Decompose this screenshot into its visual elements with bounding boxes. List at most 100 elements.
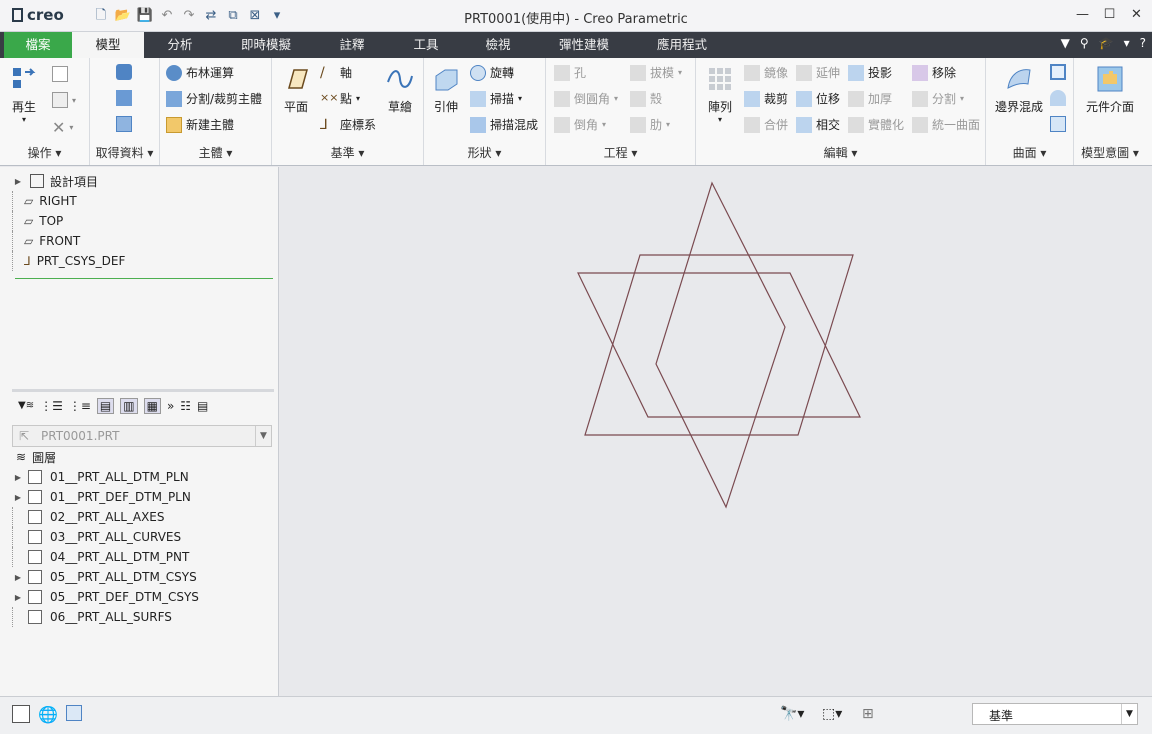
project-button[interactable]: 投影 bbox=[848, 64, 892, 81]
copy-icon[interactable] bbox=[52, 66, 68, 82]
shell-button[interactable]: 殼 bbox=[630, 90, 662, 107]
trim-button[interactable]: 裁剪 bbox=[744, 90, 788, 107]
rib-button[interactable]: 肋 ▾ bbox=[630, 116, 670, 133]
pattern-button[interactable]: 陣列 ▾ bbox=[702, 64, 738, 124]
settings-icon[interactable]: ⋮≡ bbox=[69, 399, 91, 413]
boolean-operations-button[interactable]: 布林運算 bbox=[166, 64, 234, 81]
active-model-select[interactable]: ⇱ PRT0001.PRT ▼ bbox=[12, 425, 272, 447]
save-icon[interactable]: 💾 bbox=[136, 7, 154, 25]
axis-button[interactable]: / 軸 bbox=[320, 64, 352, 81]
close-button[interactable]: ✕ bbox=[1127, 5, 1146, 25]
mirror-button[interactable]: 鏡像 bbox=[744, 64, 788, 81]
freestyle-icon[interactable] bbox=[1050, 116, 1066, 132]
solidify-button[interactable]: 實體化 bbox=[848, 116, 904, 133]
delete-icon[interactable]: ✕ ▾ bbox=[52, 118, 73, 137]
close-window-icon[interactable]: ⊠ bbox=[246, 7, 264, 25]
show-navigator-icon[interactable] bbox=[12, 705, 30, 723]
extrude-button[interactable]: 引伸 bbox=[428, 64, 464, 115]
undo-icon[interactable]: ↶ bbox=[158, 7, 176, 25]
layer-filter-icon[interactable]: ▤ bbox=[96, 397, 115, 414]
insert-indicator[interactable] bbox=[15, 278, 273, 279]
selection-box-icon[interactable]: ⬚▾ bbox=[822, 706, 842, 722]
chevron-down-icon[interactable]: ▼ bbox=[255, 426, 271, 446]
expand-icon[interactable]: ▶ bbox=[12, 177, 24, 186]
tree-item[interactable]: ▱ RIGHT bbox=[12, 191, 274, 211]
remove-button[interactable]: 移除 bbox=[912, 64, 956, 81]
tab-flexible-modeling[interactable]: 彈性建模 bbox=[546, 32, 622, 58]
copy-geometry-icon[interactable] bbox=[116, 90, 132, 106]
coordinate-system-button[interactable]: ⅃ 座標系 bbox=[320, 116, 376, 133]
smart-select-icon[interactable]: ⊞ bbox=[862, 706, 874, 722]
tree-item[interactable]: ⅃ PRT_CSYS_DEF bbox=[12, 251, 274, 271]
expand-icon[interactable]: ▶ bbox=[12, 593, 24, 602]
boundary-blend-button[interactable]: 邊界混成 bbox=[992, 64, 1046, 115]
component-interface-button[interactable]: 元件介面 bbox=[1078, 64, 1142, 115]
tab-view[interactable]: 檢視 bbox=[468, 32, 528, 58]
tab-file[interactable]: 檔案 bbox=[4, 32, 72, 58]
customize-qat-icon[interactable]: ▾ bbox=[268, 7, 286, 25]
offset-button[interactable]: 位移 bbox=[796, 90, 840, 107]
open-icon[interactable]: 📂 bbox=[114, 7, 132, 25]
full-screen-icon[interactable] bbox=[66, 705, 82, 721]
layer-filter2-icon[interactable]: ▥ bbox=[120, 397, 138, 414]
tab-model[interactable]: 模型 bbox=[72, 32, 144, 58]
tab-live-simulation[interactable]: 即時模擬 bbox=[226, 32, 306, 58]
find-icon[interactable]: 🔭▾ bbox=[780, 706, 804, 722]
more-icon[interactable]: » bbox=[167, 399, 174, 413]
layer-item[interactable]: ▶ 01__PRT_ALL_DTM_PLN bbox=[12, 467, 274, 487]
layer-item[interactable]: ▶ 01__PRT_DEF_DTM_PLN bbox=[12, 487, 274, 507]
layer-item[interactable]: 06__PRT_ALL_SURFS bbox=[12, 607, 274, 627]
layers-menu-icon[interactable]: ▼≋ bbox=[18, 400, 34, 411]
regenerate-button[interactable]: 再生 ▾ bbox=[6, 64, 42, 124]
layer-item[interactable]: 02__PRT_ALL_AXES bbox=[12, 507, 274, 527]
layer-item[interactable]: ▶ 05__PRT_ALL_DTM_CSYS bbox=[12, 567, 274, 587]
redo-icon[interactable]: ↷ bbox=[180, 7, 198, 25]
expand-icon[interactable]: ▶ bbox=[12, 473, 24, 482]
new-icon[interactable]: 🗋 bbox=[92, 7, 110, 25]
maximize-button[interactable]: ☐ bbox=[1100, 5, 1119, 25]
minimize-button[interactable]: — bbox=[1073, 5, 1092, 25]
expand-icon[interactable]: ▶ bbox=[12, 573, 24, 582]
dropdown-icon[interactable]: ▾ bbox=[1124, 36, 1130, 50]
draft-button[interactable]: 拔模 ▾ bbox=[630, 64, 682, 81]
paste-icon[interactable]: ▾ bbox=[52, 92, 76, 108]
browser-icon[interactable]: 🌐 bbox=[38, 705, 58, 724]
search-icon[interactable]: ⚲ bbox=[1080, 36, 1089, 50]
sketch-button[interactable]: 草繪 bbox=[382, 64, 418, 115]
chamfer-button[interactable]: 倒角 ▾ bbox=[554, 116, 606, 133]
point-button[interactable]: ×× 點 ▾ bbox=[320, 90, 360, 107]
learning-icon[interactable]: 🎓 bbox=[1099, 36, 1114, 50]
expand-icon[interactable]: ▶ bbox=[12, 493, 24, 502]
fill-icon[interactable] bbox=[1050, 64, 1066, 80]
help-icon[interactable]: ? bbox=[1140, 36, 1146, 50]
intersect-button[interactable]: 相交 bbox=[796, 116, 840, 133]
graphics-window[interactable] bbox=[280, 167, 1152, 696]
tab-applications[interactable]: 應用程式 bbox=[644, 32, 720, 58]
tab-tools[interactable]: 工具 bbox=[396, 32, 456, 58]
style-icon[interactable] bbox=[1050, 90, 1066, 106]
tree-item[interactable]: ▱ TOP bbox=[12, 211, 274, 231]
tree-item[interactable]: ▱ FRONT bbox=[12, 231, 274, 251]
selection-filter[interactable]: 基準 ▼ bbox=[972, 703, 1138, 725]
show-icon[interactable]: ⋮☰ bbox=[40, 399, 63, 413]
window-icon[interactable]: ⧉ bbox=[224, 7, 242, 25]
extend-button[interactable]: 延伸 bbox=[796, 64, 840, 81]
thicken-button[interactable]: 加厚 bbox=[848, 90, 892, 107]
revolve-button[interactable]: 旋轉 bbox=[470, 64, 514, 81]
sweep-button[interactable]: 掃描 ▾ bbox=[470, 90, 522, 107]
regenerate-icon[interactable]: ⇄ bbox=[202, 7, 220, 25]
plane-button[interactable]: 平面 bbox=[278, 64, 314, 115]
tab-analysis[interactable]: 分析 bbox=[150, 32, 210, 58]
layer-info-icon[interactable]: ▤ bbox=[197, 399, 208, 413]
split-trim-body-button[interactable]: 分割/裁剪主體 bbox=[166, 90, 262, 107]
layer-item[interactable]: 04__PRT_ALL_DTM_PNT bbox=[12, 547, 274, 567]
shrinkwrap-icon[interactable] bbox=[116, 116, 132, 132]
split-button[interactable]: 分割 ▾ bbox=[912, 90, 964, 107]
layer-properties-icon[interactable]: ☷ bbox=[180, 399, 191, 413]
hole-button[interactable]: 孔 bbox=[554, 64, 586, 81]
layer-root[interactable]: ≋ 圖層 bbox=[12, 447, 274, 467]
layer-item[interactable]: ▶ 05__PRT_DEF_DTM_CSYS bbox=[12, 587, 274, 607]
new-body-button[interactable]: 新建主體 bbox=[166, 116, 234, 133]
collapse-ribbon-icon[interactable]: ▼ bbox=[1061, 36, 1070, 50]
user-defined-feature-icon[interactable] bbox=[116, 64, 132, 80]
